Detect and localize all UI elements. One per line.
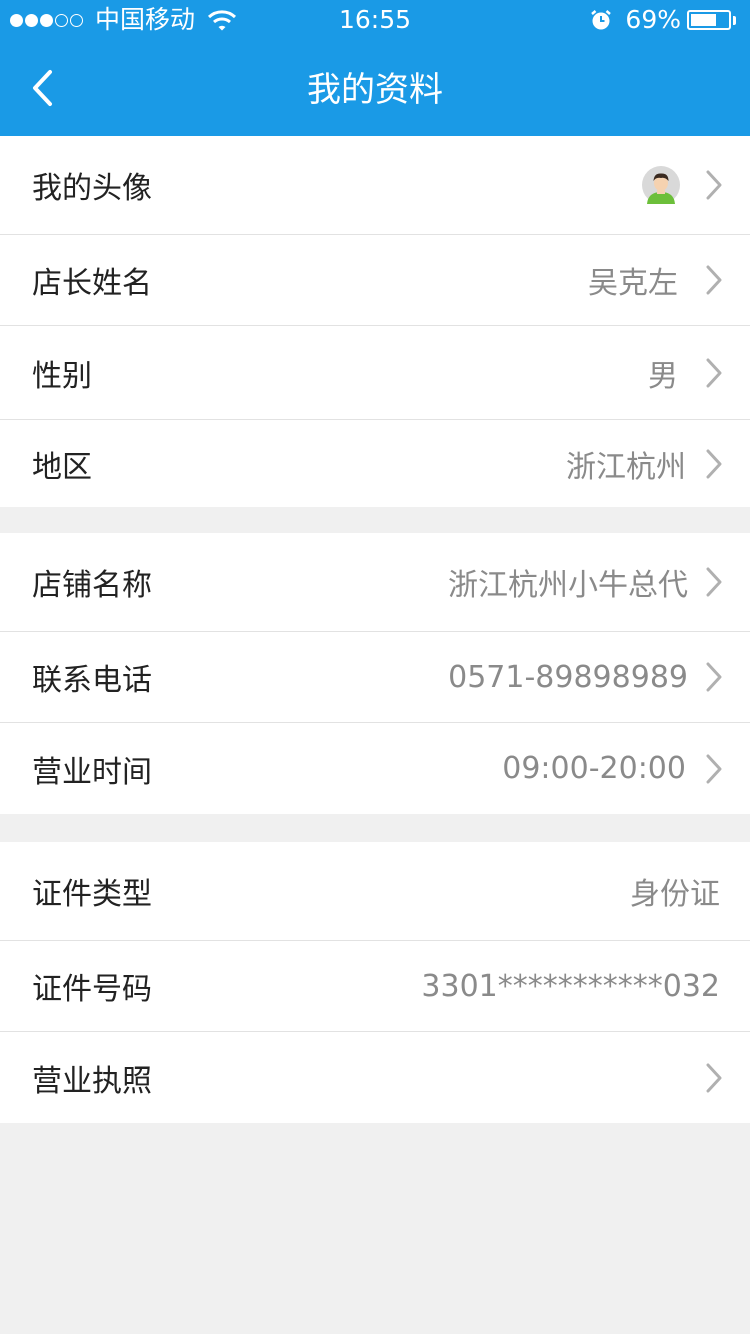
battery-icon <box>687 10 731 30</box>
battery-percent: 69% <box>625 5 681 34</box>
row-label: 店长姓名 <box>32 266 152 301</box>
row-business-license[interactable]: 营业执照 <box>0 1032 750 1123</box>
header: 中国移动 16:55 69% 我的资料 <box>0 0 750 136</box>
row-id-number: 证件号码 3301***********032 <box>0 941 750 1031</box>
status-bar: 中国移动 16:55 69% <box>0 0 750 40</box>
battery-tip <box>733 15 736 25</box>
row-value: 09:00-20:00 <box>502 751 686 786</box>
chevron-right-icon <box>706 326 722 419</box>
chevron-right-icon <box>706 1032 722 1123</box>
row-manager-name[interactable]: 店长姓名 吴克左 <box>0 235 750 325</box>
row-value: 吴克左 <box>588 266 678 301</box>
avatar[interactable] <box>642 136 680 234</box>
row-region[interactable]: 地区 浙江杭州 <box>0 420 750 507</box>
row-label: 营业执照 <box>32 1063 152 1099</box>
nav-bar: 我的资料 <box>0 40 750 136</box>
row-value: 身份证 <box>630 877 720 912</box>
chevron-right-icon <box>706 632 722 722</box>
row-label: 店铺名称 <box>32 568 152 603</box>
row-phone[interactable]: 联系电话 0571-89898989 <box>0 632 750 722</box>
row-value: 3301***********032 <box>421 968 720 1004</box>
chevron-right-icon <box>706 420 722 507</box>
row-label: 证件号码 <box>32 972 152 1007</box>
row-value: 0571-89898989 <box>448 659 688 695</box>
row-value: 男 <box>648 358 678 394</box>
row-id-type: 证件类型 身份证 <box>0 842 750 940</box>
avatar-icon <box>642 166 680 204</box>
chevron-right-icon <box>706 136 722 234</box>
row-gender[interactable]: 性别 男 <box>0 326 750 419</box>
row-label: 性别 <box>32 358 92 394</box>
row-business-hours[interactable]: 营业时间 09:00-20:00 <box>0 723 750 814</box>
row-label: 证件类型 <box>32 877 152 912</box>
profile-section: 我的头像 店长姓名 吴克左 性别 男 地区 浙江杭州 <box>0 136 750 507</box>
row-store-name[interactable]: 店铺名称 浙江杭州小牛总代 <box>0 533 750 631</box>
certificate-section: 证件类型 身份证 证件号码 3301***********032 营业执照 <box>0 842 750 1123</box>
row-value: 浙江杭州小牛总代 <box>448 568 688 603</box>
row-label: 营业时间 <box>32 754 152 790</box>
row-avatar[interactable]: 我的头像 <box>0 136 750 234</box>
alarm-icon <box>591 10 612 30</box>
battery-fill <box>691 14 716 26</box>
chevron-right-icon <box>706 235 722 325</box>
row-label: 联系电话 <box>32 663 152 698</box>
store-section: 店铺名称 浙江杭州小牛总代 联系电话 0571-89898989 营业时间 09… <box>0 533 750 814</box>
row-label: 我的头像 <box>32 171 152 206</box>
chevron-right-icon <box>706 723 722 814</box>
row-value: 浙江杭州 <box>566 449 686 485</box>
row-label: 地区 <box>32 449 92 485</box>
chevron-right-icon <box>706 533 722 631</box>
page-title: 我的资料 <box>307 70 443 110</box>
status-right: 69% <box>589 0 736 40</box>
